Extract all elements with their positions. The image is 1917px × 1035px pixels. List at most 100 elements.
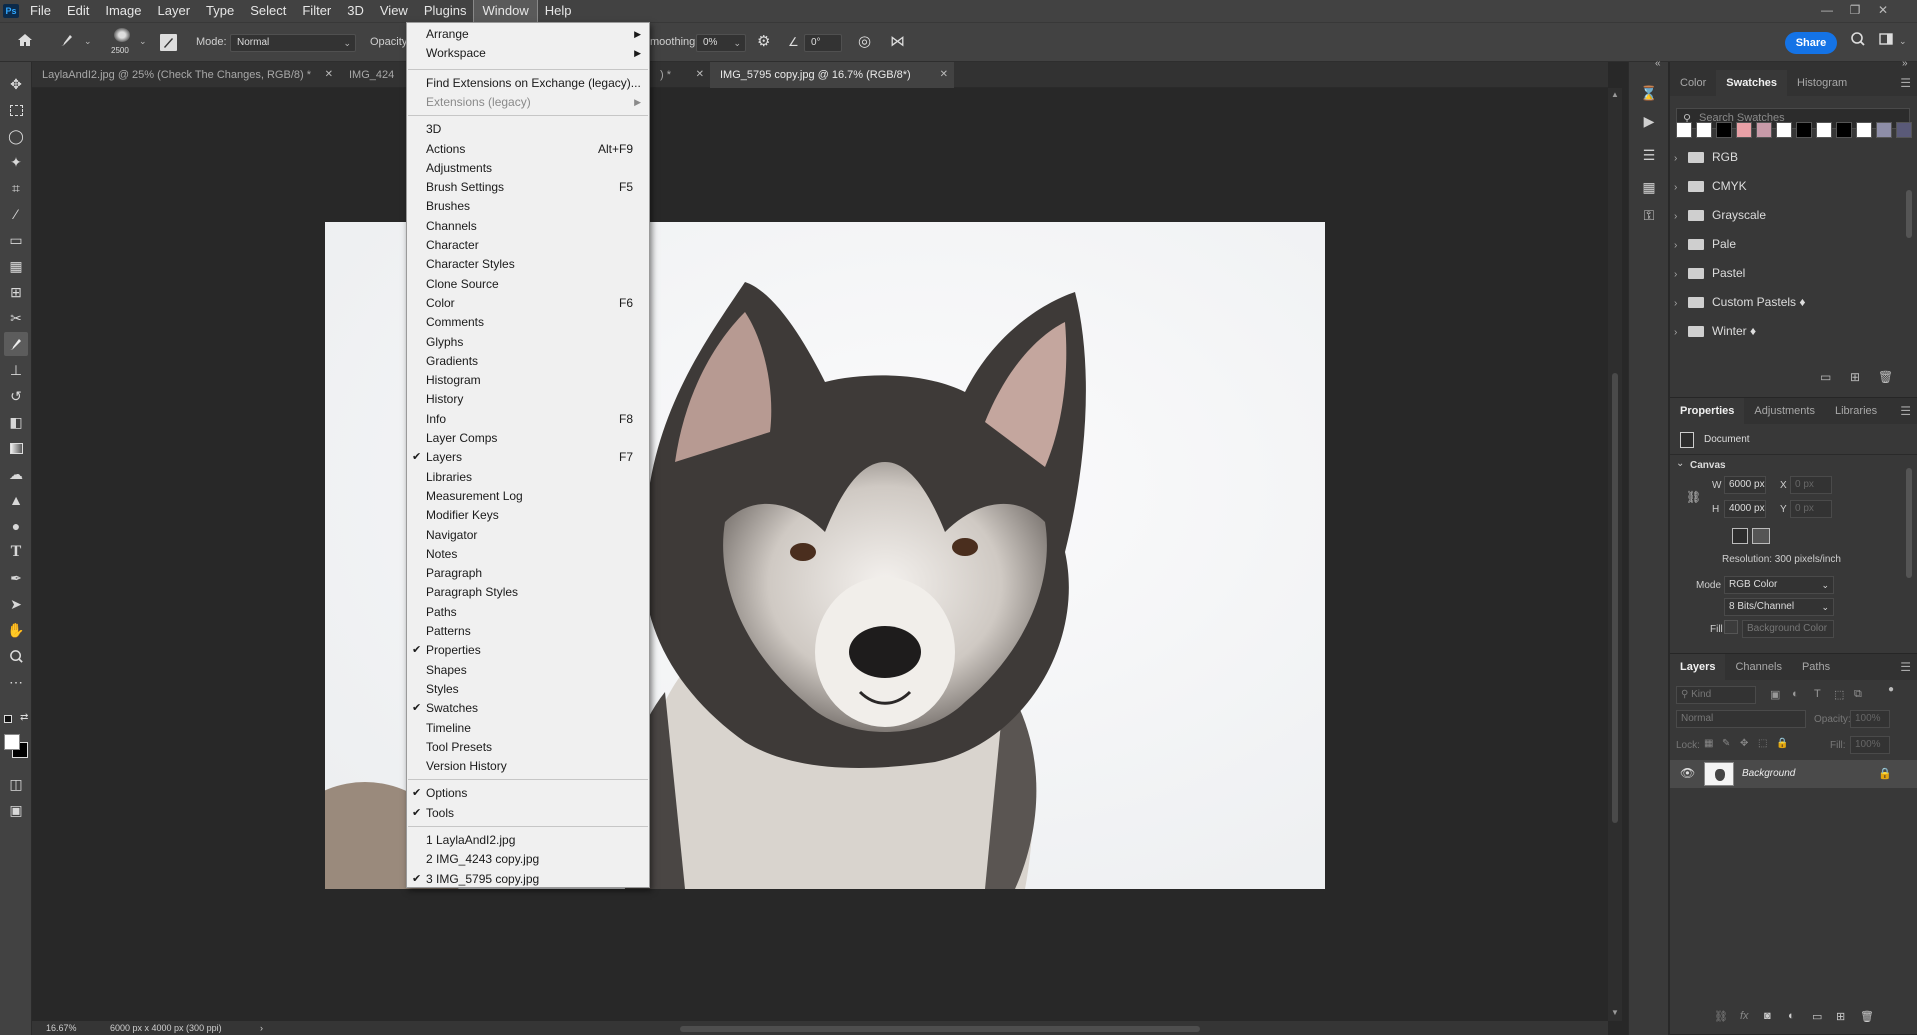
chevron-right-icon[interactable]: › (1674, 320, 1688, 346)
angle-input[interactable]: 0° (804, 34, 842, 52)
recent-swatch[interactable] (1716, 122, 1732, 138)
panel-menu-icon[interactable]: ☰ (1900, 660, 1911, 674)
panel-menu-icon[interactable]: ☰ (1900, 76, 1911, 90)
properties-scrollbar[interactable] (1906, 468, 1912, 578)
menu-view[interactable]: View (372, 0, 416, 22)
history-brush-icon[interactable]: ↺ (4, 384, 28, 408)
color-mode-select[interactable]: RGB Color ⌄ (1724, 576, 1834, 594)
magic-wand-icon[interactable]: ✦ (4, 150, 28, 174)
menu-item-version-history[interactable]: Version History (407, 757, 649, 776)
menu-select[interactable]: Select (242, 0, 294, 22)
fill-select[interactable]: Background Color (1742, 620, 1834, 638)
eraser-icon[interactable]: ◧ (4, 410, 28, 434)
blur-tool-icon[interactable]: ☁ (4, 462, 28, 486)
blend-mode-select[interactable]: Normal (1676, 710, 1806, 728)
chevron-right-icon[interactable]: › (1674, 146, 1688, 172)
horizontal-scroll-thumb[interactable] (680, 1026, 1200, 1032)
menu-item-shapes[interactable]: Shapes (407, 661, 649, 680)
gear-icon[interactable]: ⚙ (757, 31, 770, 53)
menu-item-measurement-log[interactable]: Measurement Log (407, 487, 649, 506)
hand-tool-icon[interactable]: ✋ (4, 618, 28, 642)
link-dimensions-icon[interactable]: ⛓ (1686, 490, 1701, 504)
recent-swatch[interactable] (1896, 122, 1912, 138)
recent-swatch[interactable] (1836, 122, 1852, 138)
menu-type[interactable]: Type (198, 0, 242, 22)
menu-item-2-img-4243-copy-jpg[interactable]: 2 IMG_4243 copy.jpg (407, 850, 649, 869)
home-icon[interactable] (16, 31, 34, 56)
mode-select[interactable]: Normal ⌄ (230, 34, 356, 52)
brush-preview-icon[interactable] (114, 28, 130, 42)
chevron-right-icon[interactable]: › (1674, 175, 1688, 201)
filter-type-icon[interactable]: T (1814, 688, 1821, 700)
tab-layers[interactable]: Layers (1670, 654, 1726, 680)
filter-toggle-icon[interactable]: ● (1888, 684, 1894, 695)
swatch-folder[interactable]: › Pastel (1674, 260, 1904, 286)
tab-hidden[interactable]: ) * ✕ (650, 62, 710, 88)
content-aware-icon[interactable]: ⊞ (4, 280, 28, 304)
menu-edit[interactable]: Edit (59, 0, 97, 22)
swatch-folder[interactable]: › Pale (1674, 231, 1904, 257)
menu-item-arrange[interactable]: Arrange ▶ (407, 25, 649, 44)
screen-mode-icon[interactable]: ▣ (4, 798, 28, 822)
tab-color[interactable]: Color (1670, 70, 1716, 96)
path-selection-icon[interactable]: ➤ (4, 592, 28, 616)
fx-icon[interactable]: fx (1740, 1010, 1749, 1022)
add-mask-icon[interactable]: ◙ (1764, 1010, 1771, 1022)
lock-transparent-icon[interactable]: ▦ (1704, 738, 1713, 749)
swatch-folder[interactable]: › CMYK (1674, 173, 1904, 199)
lock-pixels-icon[interactable]: ✎ (1722, 738, 1730, 749)
tab-img4243[interactable]: IMG_424 (339, 62, 406, 88)
x-field[interactable]: 0 px (1790, 476, 1832, 494)
bit-depth-select[interactable]: 8 Bits/Channel ⌄ (1724, 598, 1834, 616)
recent-swatch[interactable] (1796, 122, 1812, 138)
scissors-icon[interactable]: ✂ (4, 306, 28, 330)
new-layer-icon[interactable]: ⊞ (1836, 1010, 1845, 1023)
quick-mask-icon[interactable]: ◫ (4, 772, 28, 796)
swatch-folder[interactable]: › Custom Pastels ♦ (1674, 289, 1904, 315)
lock-artboard-icon[interactable]: ⬚ (1758, 738, 1767, 749)
healing-brush-icon[interactable]: ▭ (4, 228, 28, 252)
patch-tool-icon[interactable]: ▦ (4, 254, 28, 278)
menu-item-navigator[interactable]: Navigator (407, 526, 649, 545)
menu-item-glyphs[interactable]: Glyphs (407, 333, 649, 352)
minimize-button[interactable]: — (1813, 0, 1841, 22)
gradient-tool-icon[interactable] (4, 436, 28, 460)
brush-presets-icon[interactable]: ☰ (1637, 144, 1661, 166)
eyedropper-icon[interactable]: ⁄ (4, 202, 28, 226)
menu-item-character-styles[interactable]: Character Styles (407, 255, 649, 274)
lock-position-icon[interactable]: ✥ (1740, 738, 1748, 749)
clone-stamp-icon[interactable]: ⊥ (4, 358, 28, 382)
height-field[interactable]: 4000 px (1724, 500, 1766, 518)
filter-smart-icon[interactable]: ⧉ (1854, 688, 1862, 701)
new-swatch-icon[interactable]: ⊞ (1850, 370, 1860, 384)
filter-shape-icon[interactable]: ⬚ (1834, 688, 1844, 701)
swatch-folder[interactable]: › RGB (1674, 144, 1904, 170)
menu-item-libraries[interactable]: Libraries (407, 468, 649, 487)
menu-item-modifier-keys[interactable]: Modifier Keys (407, 506, 649, 525)
smoothing-select[interactable]: 0% ⌄ (696, 34, 746, 52)
menu-item-history[interactable]: History (407, 390, 649, 409)
recent-swatch[interactable] (1736, 122, 1752, 138)
patterns-panel-icon[interactable]: ▦ (1637, 176, 1661, 198)
layer-row[interactable]: 👁 Background 🔒 (1670, 760, 1917, 788)
collapse-panels-icon[interactable]: » (1902, 58, 1908, 69)
menu-item-color[interactable]: Color F6 (407, 294, 649, 313)
menu-window[interactable]: Window (473, 0, 538, 23)
zoom-level[interactable]: 16.67% (46, 1021, 77, 1035)
width-field[interactable]: 6000 px (1724, 476, 1766, 494)
menu-item-channels[interactable]: Channels (407, 217, 649, 236)
search-icon[interactable] (1850, 31, 1866, 54)
zoom-tool-icon[interactable] (4, 644, 28, 668)
menu-item-character[interactable]: Character (407, 236, 649, 255)
menu-item-1-laylaandi2-jpg[interactable]: 1 LaylaAndI2.jpg (407, 831, 649, 850)
brush-settings-toggle-icon[interactable] (160, 34, 177, 51)
canvas-chevron-icon[interactable]: ⌄ (1676, 458, 1684, 469)
menu-file[interactable]: File (22, 0, 59, 22)
document-info[interactable]: 6000 px x 4000 px (300 ppi) (110, 1021, 222, 1035)
crop-tool-icon[interactable]: ⌗ (4, 176, 28, 200)
menu-item-layers[interactable]: ✔ Layers F7 (407, 448, 649, 467)
recent-swatch[interactable] (1696, 122, 1712, 138)
symmetry-icon[interactable]: ⋈ (890, 31, 905, 53)
menu-image[interactable]: Image (97, 0, 149, 22)
workspace-icon[interactable] (1878, 31, 1894, 54)
